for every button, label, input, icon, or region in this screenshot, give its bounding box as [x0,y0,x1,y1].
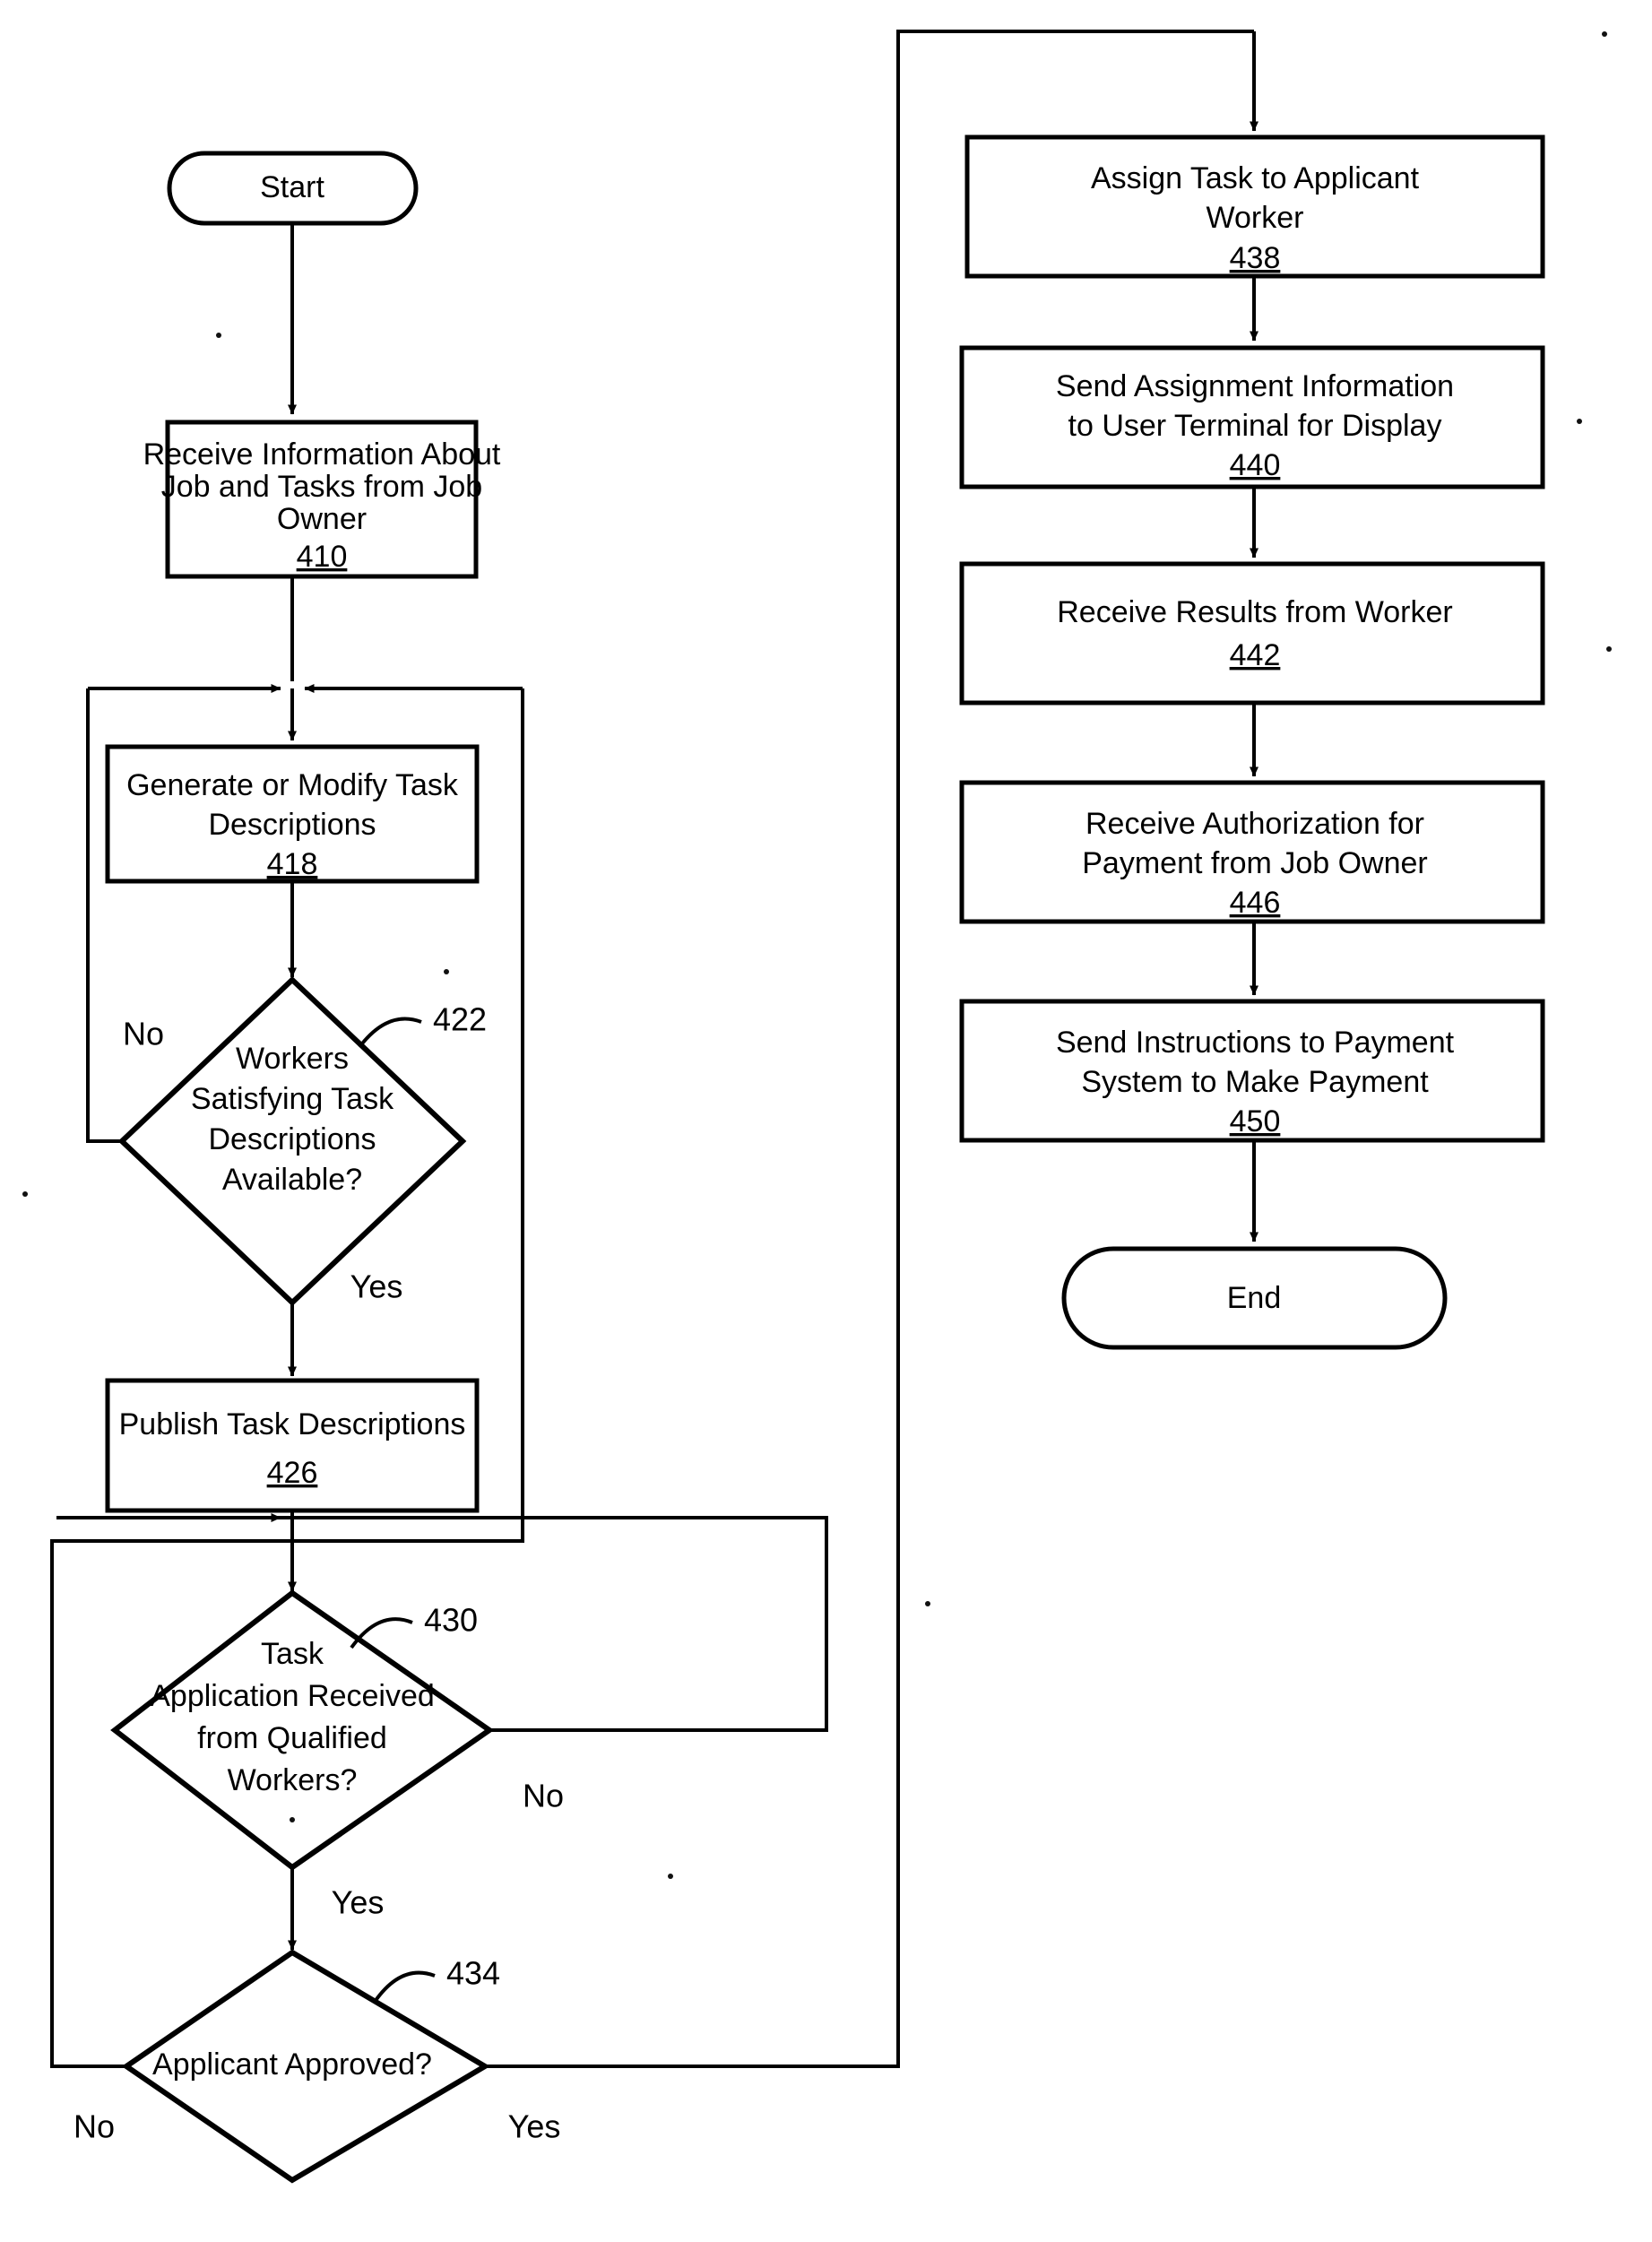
process-410-line-3: Owner [277,502,367,536]
decision-422-line-2: Satisfying Task [191,1082,394,1116]
process-418-ref: 418 [267,847,318,881]
process-446-ref: 446 [1230,886,1281,920]
decision-430-line-3: from Qualified [197,1721,387,1755]
process-450-line-1: Send Instructions to Payment [1056,1026,1455,1060]
end-label: End [1227,1281,1282,1315]
reference-numeral-434: 434 [446,1955,500,1992]
start-label: Start [260,170,324,204]
process-438-ref: 438 [1230,241,1281,275]
process-438-line-1: Assign Task to Applicant [1091,161,1420,195]
decision-430-line-4: Workers? [228,1763,358,1797]
decision-422-line-3: Descriptions [208,1122,376,1156]
branch-label-434-no: No [74,2108,115,2145]
process-438-line-2: Worker [1207,201,1304,235]
branch-label-422-no: No [123,1016,164,1052]
process-410-ref: 410 [297,540,348,574]
process-450-ref: 450 [1230,1104,1281,1138]
branch-label-430-yes: Yes [332,1884,385,1921]
flowchart-figure: Start Receive Information About Job and … [0,0,1652,2242]
process-440-ref: 440 [1230,448,1281,482]
decision-422-line-1: Workers [236,1042,349,1076]
reference-numeral-430: 430 [424,1602,478,1639]
process-418-line-2: Descriptions [208,808,376,842]
decision-430-line-2: Application Received [150,1679,435,1713]
process-440-line-1: Send Assignment Information [1056,369,1454,403]
reference-numeral-422: 422 [433,1001,487,1038]
branch-label-434-yes: Yes [508,2108,561,2145]
process-446-line-2: Payment from Job Owner [1082,846,1427,880]
decision-434-line-1: Applicant Approved? [152,2047,432,2082]
process-442-line-1: Receive Results from Worker [1057,595,1453,629]
branch-label-430-no: No [523,1778,564,1814]
branch-label-422-yes: Yes [350,1268,403,1305]
process-440-line-2: to User Terminal for Display [1068,409,1442,443]
process-410-line-1: Receive Information About [143,437,501,472]
process-426-ref: 426 [267,1456,318,1490]
figure-background [0,0,1652,2242]
decision-430-line-1: Task [261,1637,324,1671]
process-426-line-1: Publish Task Descriptions [119,1407,466,1441]
process-410-line-2: Job and Tasks from Job [161,470,482,504]
process-418-line-1: Generate or Modify Task [126,768,459,802]
process-446-line-1: Receive Authorization for [1085,807,1424,841]
decision-422-line-4: Available? [222,1163,362,1197]
process-450-line-2: System to Make Payment [1081,1065,1429,1099]
process-442-ref: 442 [1230,638,1281,672]
